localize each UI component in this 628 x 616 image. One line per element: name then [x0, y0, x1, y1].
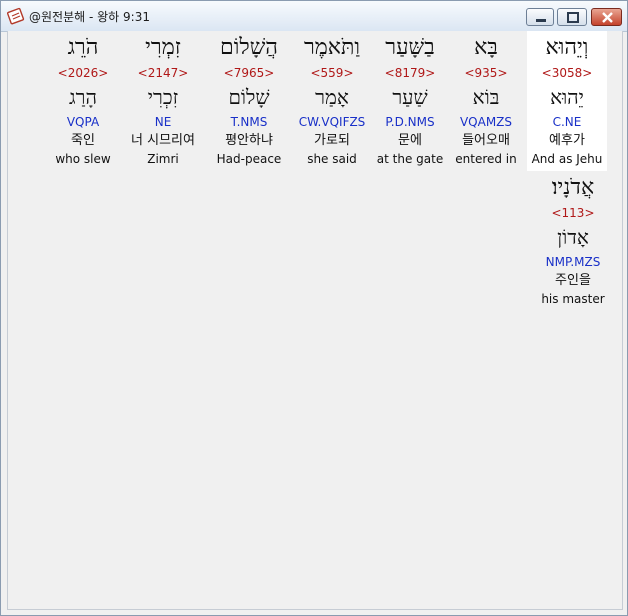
hebrew-word: וַתֹּאמֶר	[303, 35, 361, 60]
word-column[interactable]: וַתֹּאמֶר <559> אָמַר CW.VQIFZS 가로되 she …	[292, 31, 372, 168]
english-gloss: at the gate	[376, 152, 444, 166]
english-gloss: And as Jehu	[531, 152, 603, 166]
korean-gloss: 평안하냐	[225, 133, 273, 148]
english-gloss: she said	[307, 152, 357, 166]
hebrew-word: זִמְרִי	[145, 35, 181, 60]
hebrew-word: וְיֵהוּא	[545, 35, 589, 60]
hebrew-lemma: זִכְרִי	[147, 85, 179, 109]
hebrew-lemma: יֵהוּא	[550, 85, 584, 109]
english-gloss: Had-peace	[216, 152, 282, 166]
word-column[interactable]: בַשָּׁעַר <8179> שַׁעַר P.D.NMS 문에 at th…	[370, 31, 450, 168]
interlinear-panel: וְיֵהוּא <3058> יֵהוּא C.NE 예후가 And as J…	[7, 31, 623, 610]
word-column[interactable]: הֹרֵג <2026> הָרַג VQPA 죽인 who slew	[43, 31, 123, 168]
korean-gloss: 주인을	[555, 273, 591, 288]
morphology-code[interactable]: CW.VQIFZS	[292, 114, 372, 131]
word-column[interactable]: בָּא <935> בּוֹא VQAMZS 들어오매 entered in	[446, 31, 526, 168]
strong-number[interactable]: <2026>	[43, 65, 123, 81]
word-column[interactable]: וְיֵהוּא <3058> יֵהוּא C.NE 예후가 And as J…	[527, 31, 607, 171]
hebrew-lemma: אָדוֹן	[557, 225, 589, 249]
strong-number[interactable]: <935>	[446, 65, 526, 81]
word-column[interactable]: אֲדֹנָיו׃ <113> אָדוֹן NMP.MZS 주인을 his m…	[533, 171, 613, 308]
close-button[interactable]	[591, 8, 622, 26]
maximize-button[interactable]	[557, 8, 587, 26]
morphology-code[interactable]: VQPA	[43, 114, 123, 131]
english-gloss: who slew	[55, 152, 111, 166]
close-icon	[602, 12, 613, 23]
hebrew-lemma: שָׁלוֹם	[228, 85, 270, 109]
hebrew-lemma: שַׁעַר	[392, 85, 428, 109]
strong-number[interactable]: <113>	[533, 205, 613, 221]
hebrew-word: בָּא	[474, 35, 498, 60]
korean-gloss: 문에	[398, 133, 422, 148]
hebrew-word: הֲשָׁלוֹם	[220, 35, 278, 60]
morphology-code[interactable]: T.NMS	[209, 114, 289, 131]
morphology-code[interactable]: C.NE	[527, 114, 607, 131]
hebrew-word: הֹרֵג	[67, 35, 99, 60]
window-title: @원전분해 - 왕하 9:31	[29, 10, 150, 24]
strong-number[interactable]: <7965>	[209, 65, 289, 81]
hebrew-lemma: בּוֹא	[472, 85, 500, 109]
english-gloss: Zimri	[147, 152, 179, 166]
english-gloss: entered in	[455, 152, 517, 166]
hebrew-lemma: הָרַג	[69, 85, 97, 109]
main-window: @원전분해 - 왕하 9:31 וְיֵהוּא <3058> יֵהוּא C…	[0, 0, 628, 616]
english-gloss: his master	[541, 292, 605, 306]
minimize-icon	[536, 19, 546, 22]
strong-number[interactable]: <559>	[292, 65, 372, 81]
morphology-code[interactable]: NMP.MZS	[533, 254, 613, 271]
hebrew-word: בַשָּׁעַר	[385, 35, 435, 60]
bible-app-icon[interactable]	[7, 7, 25, 25]
strong-number[interactable]: <3058>	[527, 65, 607, 81]
morphology-code[interactable]: NE	[123, 114, 203, 131]
korean-gloss: 너 시므리여	[131, 133, 195, 148]
morphology-code[interactable]: P.D.NMS	[370, 114, 450, 131]
hebrew-lemma: אָמַר	[315, 85, 349, 109]
morphology-code[interactable]: VQAMZS	[446, 114, 526, 131]
korean-gloss: 죽인	[71, 133, 95, 148]
word-column[interactable]: זִמְרִי <2147> זִכְרִי NE 너 시므리여 Zimri	[123, 31, 203, 168]
hebrew-word: אֲדֹנָיו׃	[551, 175, 595, 200]
korean-gloss: 예후가	[549, 133, 585, 148]
title-bar[interactable]: @원전분해 - 왕하 9:31	[1, 1, 627, 32]
strong-number[interactable]: <2147>	[123, 65, 203, 81]
korean-gloss: 가로되	[314, 133, 350, 148]
strong-number[interactable]: <8179>	[370, 65, 450, 81]
word-column[interactable]: הֲשָׁלוֹם <7965> שָׁלוֹם T.NMS 평안하냐 Had-…	[209, 31, 289, 168]
minimize-button[interactable]	[526, 8, 554, 26]
korean-gloss: 들어오매	[462, 133, 510, 148]
maximize-icon	[567, 12, 579, 23]
